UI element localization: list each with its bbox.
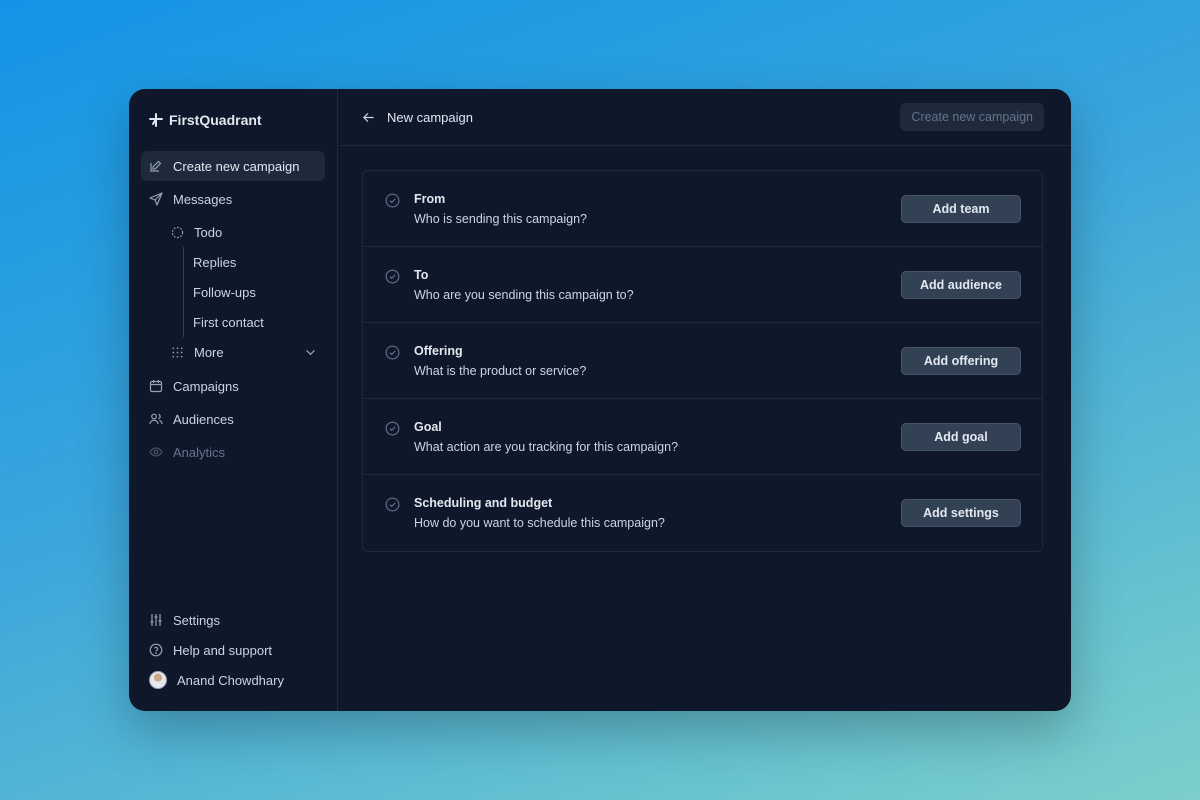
sidebar-item-followups[interactable]: Follow-ups bbox=[184, 277, 325, 307]
sidebar-item-replies[interactable]: Replies bbox=[184, 247, 325, 277]
check-circle-icon bbox=[385, 193, 400, 207]
grid-dots-icon bbox=[172, 346, 183, 358]
sidebar-item-more[interactable]: More bbox=[141, 337, 325, 367]
step-label: Scheduling and budget bbox=[414, 496, 553, 510]
sidebar-item-label: Audiences bbox=[173, 411, 234, 427]
sidebar-item-first-contact[interactable]: First contact bbox=[184, 307, 325, 337]
edit-icon bbox=[150, 160, 162, 172]
eye-icon bbox=[149, 447, 163, 457]
sidebar-footer: Settings Help and support Anand Chowdhar… bbox=[141, 605, 325, 695]
brand-name: FirstQuadrant bbox=[169, 112, 262, 128]
add-offering-button[interactable]: Add offering bbox=[901, 346, 1021, 375]
campaign-steps: From Who is sending this campaign? Add t… bbox=[362, 170, 1043, 552]
chevron-down-icon[interactable] bbox=[304, 346, 317, 359]
dashed-circle-icon bbox=[171, 226, 184, 238]
step-description: Who is sending this campaign? bbox=[414, 211, 588, 226]
check-circle-icon bbox=[385, 345, 400, 359]
step-description: Who are you sending this campaign to? bbox=[414, 287, 634, 302]
sidebar-item-label: Todo bbox=[194, 224, 223, 240]
check-circle-icon bbox=[385, 421, 400, 435]
step-label: Goal bbox=[414, 419, 442, 434]
help-circle-icon bbox=[149, 643, 163, 657]
sidebar-item-messages[interactable]: Messages bbox=[141, 184, 325, 214]
sidebar-item-campaigns[interactable]: Campaigns bbox=[141, 371, 325, 401]
step-description: What is the product or service? bbox=[414, 363, 587, 378]
step-goal: Goal What action are you tracking for th… bbox=[363, 399, 1042, 475]
sidebar-item-label: Campaigns bbox=[173, 378, 239, 394]
send-icon bbox=[149, 192, 163, 206]
calendar-icon bbox=[149, 380, 163, 393]
user-profile[interactable]: Anand Chowdhary bbox=[141, 665, 325, 695]
add-team-button[interactable]: Add team bbox=[901, 194, 1021, 223]
create-campaign-button[interactable]: Create new campaign bbox=[900, 103, 1044, 131]
sliders-icon bbox=[150, 614, 162, 626]
user-name: Anand Chowdhary bbox=[177, 672, 284, 688]
sidebar-item-todo[interactable]: Todo bbox=[141, 217, 325, 247]
sidebar-item-create-campaign[interactable]: Create new campaign bbox=[141, 151, 325, 181]
sidebar-item-label: Help and support bbox=[173, 642, 273, 658]
step-description: What action are you tracking for this ca… bbox=[414, 439, 679, 454]
add-settings-button[interactable]: Add settings bbox=[901, 499, 1021, 527]
sidebar-item-analytics[interactable]: Analytics bbox=[141, 437, 325, 467]
sidebar: FirstQuadrant Create new campaign Messag… bbox=[129, 89, 338, 711]
sidebar-item-help[interactable]: Help and support bbox=[141, 635, 325, 665]
add-goal-button[interactable]: Add goal bbox=[901, 422, 1021, 451]
page-header: New campaign Create new campaign bbox=[338, 89, 1071, 146]
sidebar-item-label: More bbox=[194, 344, 224, 360]
plus-logo-icon bbox=[149, 113, 163, 127]
sidebar-item-label: Analytics bbox=[173, 444, 226, 460]
app-window: FirstQuadrant Create new campaign Messag… bbox=[129, 89, 1071, 711]
users-icon bbox=[149, 413, 163, 425]
main-content: New campaign Create new campaign From Wh… bbox=[338, 89, 1071, 711]
step-label: From bbox=[414, 191, 446, 206]
step-label: Offering bbox=[414, 343, 463, 358]
step-to: To Who are you sending this campaign to?… bbox=[363, 247, 1042, 323]
avatar bbox=[149, 671, 167, 689]
step-label: To bbox=[414, 267, 429, 282]
sidebar-item-label: Create new campaign bbox=[173, 158, 300, 174]
step-scheduling: Scheduling and budget How do you want to… bbox=[363, 475, 1042, 551]
step-description: How do you want to schedule this campaig… bbox=[414, 516, 665, 530]
check-circle-icon bbox=[385, 269, 400, 283]
sidebar-item-settings[interactable]: Settings bbox=[141, 605, 325, 635]
brand[interactable]: FirstQuadrant bbox=[141, 89, 325, 151]
arrow-left-icon[interactable] bbox=[362, 111, 375, 124]
step-offering: Offering What is the product or service?… bbox=[363, 323, 1042, 399]
messages-subtree: Replies Follow-ups First contact bbox=[183, 247, 325, 337]
check-circle-icon bbox=[385, 497, 400, 512]
sidebar-item-label: Messages bbox=[173, 191, 233, 207]
page-title: New campaign bbox=[387, 109, 473, 125]
step-from: From Who is sending this campaign? Add t… bbox=[363, 171, 1042, 247]
sidebar-item-audiences[interactable]: Audiences bbox=[141, 404, 325, 434]
add-audience-button[interactable]: Add audience bbox=[901, 270, 1021, 299]
sidebar-item-label: Settings bbox=[173, 612, 220, 628]
